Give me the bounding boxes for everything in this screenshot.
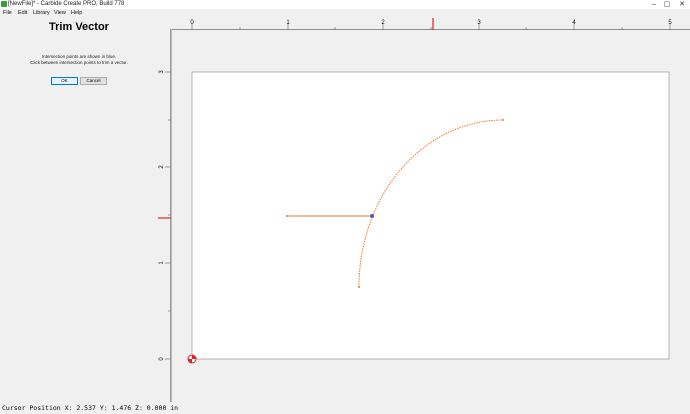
ruler-x-label: 4 (572, 20, 576, 26)
window-titlebar: [NewFile]* - Carbide Create PRO, Build 7… (0, 0, 690, 9)
menu-edit[interactable]: Edit (18, 9, 27, 17)
menu-view[interactable]: View (54, 9, 66, 17)
panel-title: Trim Vector (49, 21, 109, 33)
ruler-x-label: 5 (668, 20, 672, 26)
menu-help[interactable]: Help (71, 9, 82, 17)
stock-area[interactable] (191, 71, 670, 360)
line-start-node (286, 215, 288, 217)
trim-vector-panel: Trim Vector Intersection points are show… (0, 17, 158, 402)
ruler-x-label: 2 (381, 20, 385, 26)
ruler-x-label: 1 (286, 20, 290, 26)
intersection-point (370, 214, 374, 218)
arc-end-node (502, 119, 504, 121)
origin-marker-icon (187, 354, 197, 364)
menu-file[interactable]: File (3, 9, 12, 17)
status-bar: Cursor Position X: 2.537 Y: 1.476 Z: 0.0… (0, 402, 690, 414)
maximize-button[interactable]: ▢ (661, 0, 673, 9)
ruler-y-label: 3 (159, 70, 165, 74)
ruler-x-label: 3 (477, 20, 481, 26)
window-title: [NewFile]* - Carbide Create PRO, Build 7… (8, 1, 125, 7)
menu-bar: File Edit Library View Help (0, 9, 690, 17)
ruler-y-label: 2 (159, 165, 165, 169)
minimize-button[interactable]: – (648, 0, 660, 9)
top-ruler: 0 1 2 3 4 5 (158, 17, 690, 30)
cancel-button[interactable]: Cancel (80, 77, 107, 85)
left-ruler-svg: 3 2 1 0 (158, 29, 171, 402)
app-icon (1, 1, 7, 7)
canvas-svg[interactable] (172, 30, 690, 402)
close-button[interactable]: ✕ (676, 0, 688, 9)
left-ruler: 3 2 1 0 (158, 29, 172, 402)
cursor-position-readout: Cursor Position X: 2.537 Y: 1.476 Z: 0.0… (2, 404, 179, 412)
top-ruler-svg: 0 1 2 3 4 5 (158, 18, 690, 30)
arc-start-node (358, 286, 360, 288)
panel-instruction-2: Click between intersection points to tri… (30, 60, 128, 65)
menu-library[interactable]: Library (33, 9, 50, 17)
design-canvas[interactable] (172, 30, 690, 402)
panel-instruction-1: Intersection points are shown in blue. (41, 54, 117, 59)
ruler-x-label: 0 (190, 20, 194, 26)
ruler-y-label: 0 (159, 357, 165, 361)
ok-button[interactable]: OK (51, 77, 78, 85)
ruler-y-label: 1 (159, 261, 165, 265)
